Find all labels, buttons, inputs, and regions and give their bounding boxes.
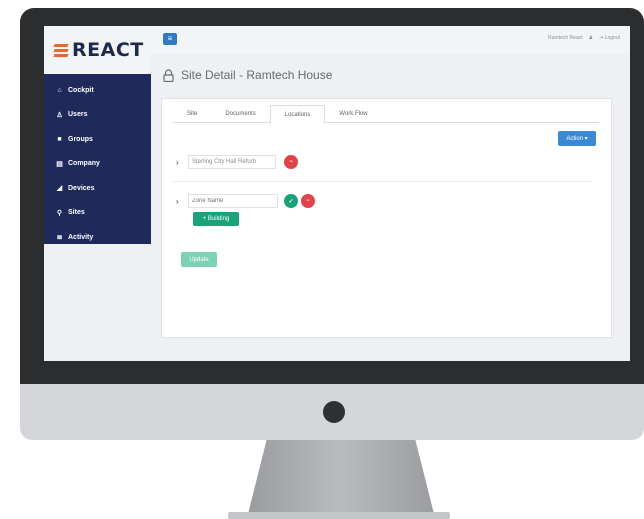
chevron-right-icon[interactable]: ›: [176, 197, 188, 206]
sidebar-item-groups[interactable]: ■ Groups: [44, 127, 151, 152]
chevron-right-icon[interactable]: ›: [176, 158, 188, 167]
sidebar-item-activity[interactable]: ≣ Activity: [44, 225, 151, 250]
logout-icon: ⇥: [599, 35, 604, 41]
user-icon: ♙: [56, 111, 63, 119]
sidebar-item-sites[interactable]: ⚲ Sites: [44, 201, 151, 226]
tab-work-flow[interactable]: Work Flow: [325, 105, 381, 123]
remove-zone-button[interactable]: −: [301, 194, 315, 208]
tab-site[interactable]: Site: [173, 105, 211, 123]
location-icon: ⚲: [56, 209, 63, 217]
confirm-zone-button[interactable]: ✓: [284, 194, 298, 208]
user-name[interactable]: Ramtech React: [548, 35, 582, 41]
devices-icon: ◢: [56, 185, 63, 193]
sidebar-item-devices[interactable]: ◢ Devices: [44, 176, 151, 201]
monitor-mockup: REACT ⌂ Cockpit ♙ Users ■ Groups ▤ Compa…: [0, 0, 644, 519]
activity-icon: ≣: [56, 234, 63, 242]
tab-bar: Site Documents Locations Work Flow: [173, 105, 599, 124]
check-icon: ✓: [288, 198, 294, 205]
page-title: Site Detail - Ramtech House: [181, 68, 333, 82]
sidebar-item-label: Activity: [68, 233, 94, 241]
user-area: Ramtech React ♟ ⇥ Logout: [548, 35, 620, 41]
logout-link[interactable]: ⇥ Logout: [599, 35, 620, 41]
company-icon: ▤: [56, 160, 63, 168]
groups-icon: ■: [57, 135, 62, 143]
tab-locations[interactable]: Locations: [269, 105, 326, 124]
sidebar-item-users[interactable]: ♙ Users: [44, 103, 151, 128]
user-icon: ♟: [588, 35, 594, 41]
top-bar: ≡ Ramtech React ♟ ⇥ Logout: [151, 26, 630, 54]
update-button[interactable]: Update: [181, 252, 217, 267]
action-dropdown-button[interactable]: Action ▾: [558, 131, 596, 146]
sidebar-item-label: Cockpit: [68, 86, 94, 94]
logout-label: Logout: [604, 35, 620, 41]
menu-icon: ≡: [167, 34, 173, 43]
tab-documents[interactable]: Documents: [211, 105, 269, 123]
monitor-logo-dot: [323, 401, 345, 423]
remove-location-button[interactable]: −: [284, 155, 298, 169]
app-screen: REACT ⌂ Cockpit ♙ Users ■ Groups ▤ Compa…: [44, 26, 630, 361]
sidebar-item-label: Users: [68, 111, 88, 119]
sidebar-item-label: Sites: [68, 209, 85, 217]
sidebar-item-label: Company: [68, 160, 100, 168]
brand-logo-icon: [53, 43, 69, 57]
monitor-foot: [228, 512, 450, 519]
add-building-button[interactable]: + Building: [193, 212, 239, 226]
main-content: Site Detail - Ramtech House Site Documen…: [151, 54, 630, 361]
menu-toggle-button[interactable]: ≡: [163, 33, 177, 45]
zone-name-input[interactable]: [188, 194, 278, 208]
new-zone-row: › ✓ −: [176, 194, 315, 208]
sidebar-item-cockpit[interactable]: ⌂ Cockpit: [44, 78, 151, 103]
sidebar-item-label: Devices: [68, 184, 95, 192]
minus-icon: −: [306, 198, 310, 204]
location-row: › Sterling City Hall Refurb −: [176, 155, 298, 169]
logo: REACT: [44, 26, 151, 74]
monitor-stand: [248, 440, 434, 514]
page-header: Site Detail - Ramtech House: [163, 68, 332, 82]
sidebar-item-label: Groups: [68, 135, 93, 143]
sidebar: REACT ⌂ Cockpit ♙ Users ■ Groups ▤ Compa…: [44, 26, 151, 361]
minus-icon: −: [289, 159, 293, 165]
lock-icon: [163, 68, 174, 82]
site-detail-panel: Site Documents Locations Work Flow Actio…: [161, 98, 612, 338]
location-name[interactable]: Sterling City Hall Refurb: [188, 155, 276, 169]
home-icon: ⌂: [57, 86, 62, 94]
sidebar-nav: ⌂ Cockpit ♙ Users ■ Groups ▤ Company ◢ D…: [44, 74, 151, 244]
sidebar-item-company[interactable]: ▤ Company: [44, 152, 151, 177]
brand-name: REACT: [72, 39, 144, 61]
divider: [172, 181, 592, 182]
